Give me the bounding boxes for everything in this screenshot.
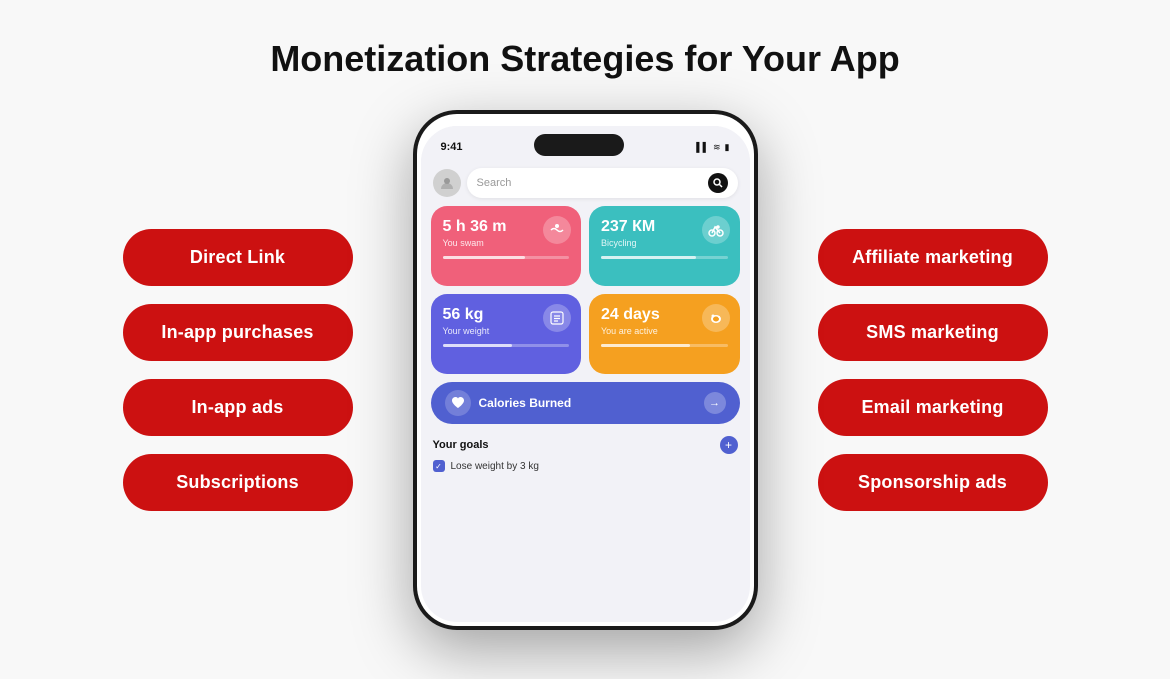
swim-icon bbox=[543, 216, 571, 244]
page-title: Monetization Strategies for Your App bbox=[270, 38, 899, 80]
goals-section: Your goals + ✓ Lose weight by 3 kg bbox=[421, 432, 750, 476]
goals-add-button[interactable]: + bbox=[720, 436, 738, 454]
swim-progress bbox=[443, 256, 570, 259]
swim-card: 5 h 36 m You swam bbox=[431, 206, 582, 286]
phone-inner: 9:41 ▌▌ ≋ ▮ bbox=[417, 114, 754, 626]
weight-progress bbox=[443, 344, 570, 347]
search-placeholder: Search bbox=[477, 177, 702, 189]
direct-link-button[interactable]: Direct Link bbox=[123, 229, 353, 286]
left-buttons: Direct Link In-app purchases In-app ads … bbox=[93, 229, 353, 511]
goals-title: Your goals bbox=[433, 439, 489, 451]
dynamic-island bbox=[534, 134, 624, 156]
in-app-ads-button[interactable]: In-app ads bbox=[123, 379, 353, 436]
right-buttons: Affiliate marketing SMS marketing Email … bbox=[818, 229, 1078, 511]
status-time: 9:41 bbox=[441, 141, 463, 153]
calories-arrow-icon: → bbox=[704, 392, 726, 414]
weight-card: 56 kg Your weight bbox=[431, 294, 582, 374]
subscriptions-button[interactable]: Subscriptions bbox=[123, 454, 353, 511]
sponsorship-ads-button[interactable]: Sponsorship ads bbox=[818, 454, 1048, 511]
goal-text: Lose weight by 3 kg bbox=[451, 461, 539, 472]
active-card: 24 days You are active bbox=[589, 294, 740, 374]
phone-mockup: 9:41 ▌▌ ≋ ▮ bbox=[413, 110, 758, 630]
status-icons: ▌▌ ≋ ▮ bbox=[696, 142, 729, 153]
weight-icon bbox=[543, 304, 571, 332]
status-bar: 9:41 ▌▌ ≋ ▮ bbox=[421, 126, 750, 164]
bike-card: 237 КМ Bicycling bbox=[589, 206, 740, 286]
goals-header: Your goals + bbox=[433, 436, 738, 454]
goal-item: ✓ Lose weight by 3 kg bbox=[433, 460, 738, 472]
active-progress bbox=[601, 344, 728, 347]
search-icon bbox=[708, 173, 728, 193]
sms-marketing-button[interactable]: SMS marketing bbox=[818, 304, 1048, 361]
search-area: Search bbox=[421, 164, 750, 206]
battery-icon: ▮ bbox=[725, 142, 730, 153]
affiliate-marketing-button[interactable]: Affiliate marketing bbox=[818, 229, 1048, 286]
goal-checkbox[interactable]: ✓ bbox=[433, 460, 445, 472]
email-marketing-button[interactable]: Email marketing bbox=[818, 379, 1048, 436]
signal-icon: ▌▌ bbox=[696, 142, 709, 152]
content-area: Direct Link In-app purchases In-app ads … bbox=[0, 110, 1170, 630]
bike-icon bbox=[702, 216, 730, 244]
calories-text: Calories Burned bbox=[479, 396, 696, 410]
avatar bbox=[433, 169, 461, 197]
wifi-icon: ≋ bbox=[713, 142, 721, 153]
calories-row[interactable]: Calories Burned → bbox=[431, 382, 740, 424]
heart-icon bbox=[445, 390, 471, 416]
phone-outer: 9:41 ▌▌ ≋ ▮ bbox=[413, 110, 758, 630]
in-app-purchases-button[interactable]: In-app purchases bbox=[123, 304, 353, 361]
active-icon bbox=[702, 304, 730, 332]
bike-progress bbox=[601, 256, 728, 259]
phone-screen: 9:41 ▌▌ ≋ ▮ bbox=[421, 126, 750, 622]
cards-grid: 5 h 36 m You swam bbox=[421, 206, 750, 382]
search-box[interactable]: Search bbox=[467, 168, 738, 198]
